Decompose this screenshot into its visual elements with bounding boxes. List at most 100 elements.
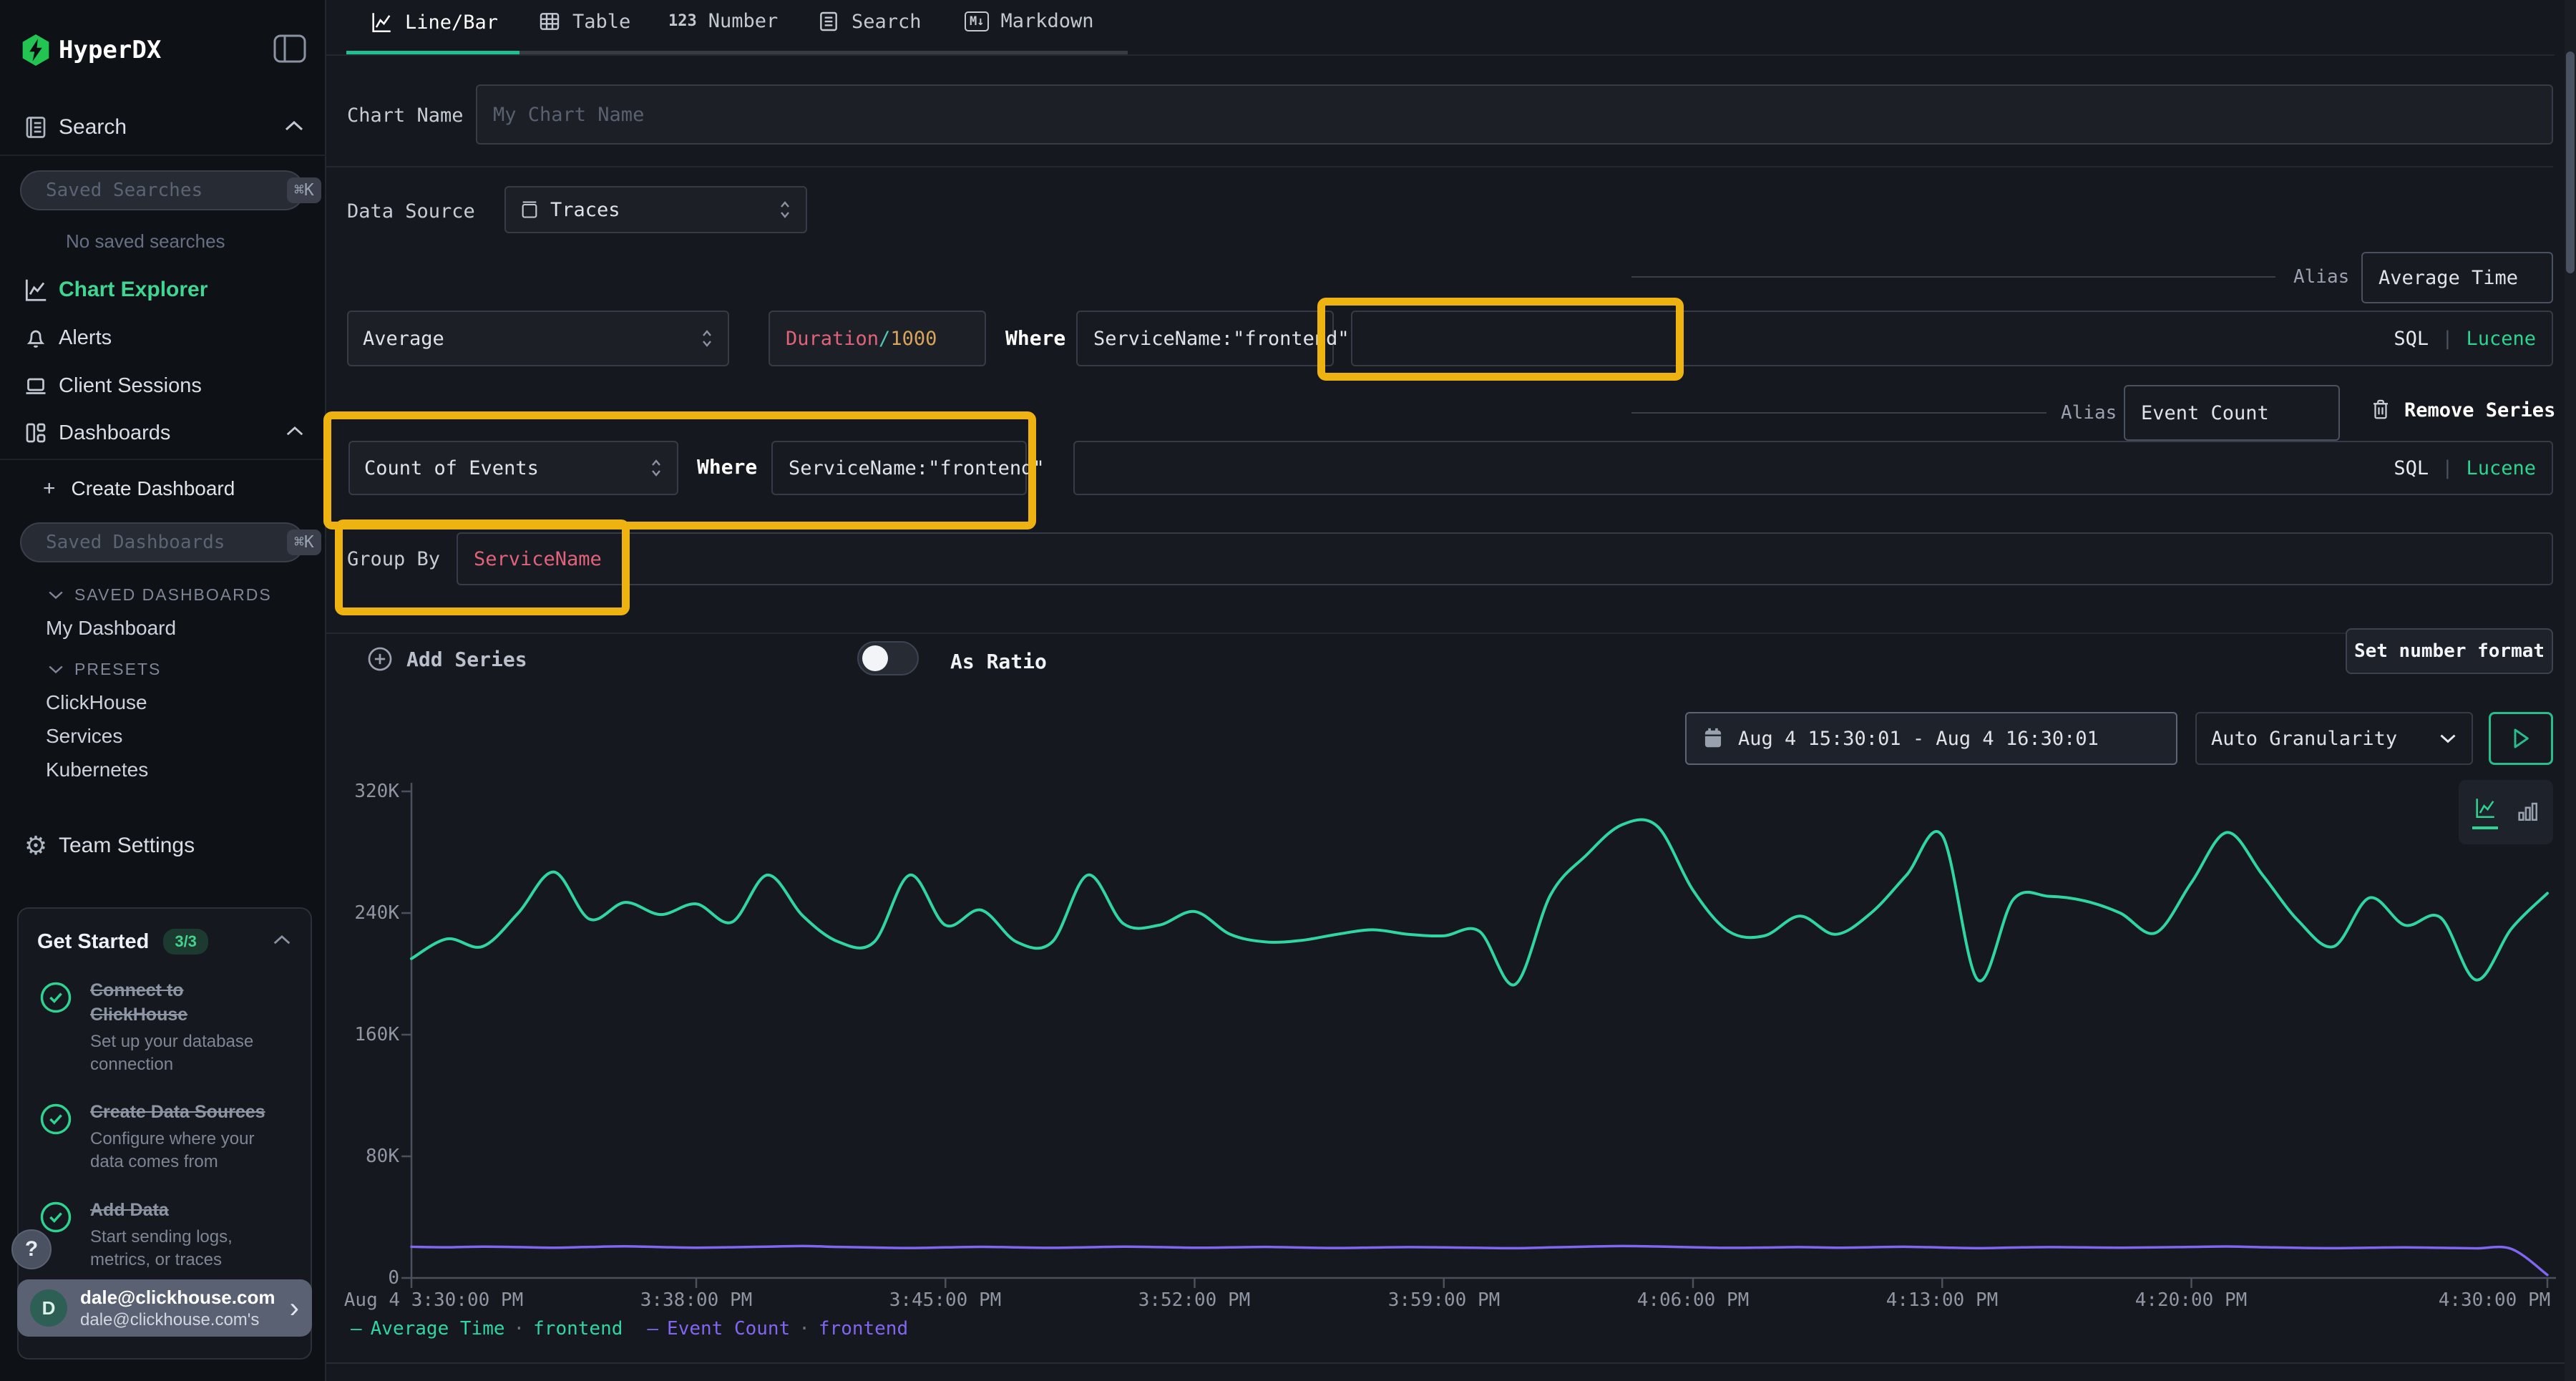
field-input-series1[interactable]: Duration/1000: [769, 311, 986, 366]
y-tick-label: 320K: [326, 781, 399, 802]
sql-toggle[interactable]: SQL: [2394, 457, 2429, 479]
x-tick-label: 4:30:00 PM: [2439, 1289, 2551, 1311]
sql-toggle[interactable]: SQL: [2394, 328, 2429, 350]
get-started-item-desc: Configure where your data comes from: [90, 1128, 285, 1174]
chart-legend: — Average Time · frontend — Event Count …: [351, 1318, 908, 1339]
granularity-select[interactable]: Auto Granularity: [2195, 712, 2473, 765]
hyperdx-logo-icon: [13, 33, 59, 67]
kbd-shortcut: ⌘K: [287, 177, 321, 203]
set-number-format-button[interactable]: Set number format: [2346, 628, 2553, 674]
data-source-select[interactable]: Traces: [504, 186, 807, 233]
x-tick-label: 4:20:00 PM: [2135, 1289, 2248, 1311]
chevron-right-icon: ›: [290, 1292, 299, 1324]
alias-input-series2[interactable]: Event Count: [2124, 385, 2340, 441]
chart-canvas: [326, 773, 2576, 1317]
sidebar-item-team-settings[interactable]: ⚙ Team Settings: [0, 827, 326, 864]
lucene-toggle[interactable]: Lucene: [2466, 457, 2536, 479]
saved-searches-input[interactable]: ⌘K: [20, 170, 305, 210]
divider: [326, 1362, 2576, 1364]
chevron-up-icon: [283, 119, 305, 136]
divider: [326, 54, 2555, 56]
help-label: ?: [25, 1237, 38, 1262]
sidebar-item-services[interactable]: Services: [46, 725, 122, 748]
y-tick-label: 240K: [326, 902, 399, 924]
aggregation-select-series2[interactable]: Count of Events: [348, 441, 678, 495]
saved-dashboards-input[interactable]: ⌘K: [20, 522, 305, 562]
get-started-item-desc: Set up your database connection: [90, 1030, 278, 1077]
alias-input-series1[interactable]: Average Time: [2361, 252, 2553, 303]
presets-section[interactable]: PRESETS: [47, 660, 161, 679]
remove-series-label: Remove Series: [2404, 399, 2555, 421]
tab-table[interactable]: Table: [538, 10, 630, 33]
check-circle-icon: [37, 1101, 74, 1138]
remove-series-button[interactable]: Remove Series: [2370, 398, 2555, 422]
y-tick-label: 160K: [326, 1024, 399, 1045]
scrollbar-thumb[interactable]: [2566, 52, 2575, 273]
presets-header: PRESETS: [74, 660, 161, 679]
laptop-icon: [13, 373, 59, 399]
where-label-series1: Where: [1005, 326, 1065, 350]
saved-searches-field[interactable]: [46, 180, 287, 201]
x-tick-label: 4:06:00 PM: [1637, 1289, 1750, 1311]
sidebar-item-kubernetes[interactable]: Kubernetes: [46, 758, 148, 781]
search-section-icon: [13, 114, 59, 140]
where-input-series1[interactable]: ServiceName:"frontend": [1076, 311, 1334, 366]
collapse-sidebar-icon[interactable]: [273, 34, 306, 67]
user-account-chip[interactable]: D dale@clickhouse.com dale@clickhouse.co…: [17, 1279, 312, 1337]
number-123-icon: 123: [668, 12, 697, 30]
tab-number[interactable]: 123 Number: [668, 10, 778, 32]
x-tick-label: 3:52:00 PM: [1138, 1289, 1251, 1311]
where-input-series2[interactable]: ServiceName:"frontend": [771, 441, 1027, 495]
main-content: Line/Bar Table 123 Number Search M↓ Mark…: [326, 0, 2576, 1381]
gear-icon: ⚙: [13, 831, 59, 861]
sidebar-item-alerts[interactable]: Alerts: [0, 319, 326, 356]
legend-item-average-time[interactable]: — Average Time · frontend: [351, 1318, 623, 1339]
user-email: dale@clickhouse.com: [80, 1287, 275, 1309]
alerts-label: Alerts: [59, 326, 112, 350]
chevron-down-icon: [2439, 732, 2457, 745]
query-editor-series1[interactable]: SQL | Lucene: [1351, 311, 2553, 366]
sidebar-item-clickhouse[interactable]: ClickHouse: [46, 691, 147, 714]
saved-dashboards-section[interactable]: SAVED DASHBOARDS: [47, 585, 272, 605]
get-started-item[interactable]: Add Data Start sending logs, metrics, or…: [37, 1199, 292, 1272]
tab-search[interactable]: Search: [817, 10, 922, 33]
toggle-knob: [862, 645, 888, 671]
get-started-item-title: Create Data Sources: [90, 1101, 285, 1125]
x-tick-label: 4:13:00 PM: [1886, 1289, 1999, 1311]
query-editor-series2[interactable]: SQL | Lucene: [1073, 441, 2553, 495]
plus-icon: +: [43, 477, 56, 501]
lucene-toggle[interactable]: Lucene: [2466, 328, 2536, 350]
play-icon: [2511, 727, 2531, 750]
markdown-icon: M↓: [965, 11, 989, 31]
sidebar-item-my-dashboard[interactable]: My Dashboard: [46, 617, 176, 640]
sidebar-item-dashboards[interactable]: Dashboards: [0, 414, 326, 452]
sidebar-item-client-sessions[interactable]: Client Sessions: [0, 367, 326, 404]
saved-dashboards-header: SAVED DASHBOARDS: [74, 585, 272, 605]
help-button[interactable]: ?: [11, 1229, 52, 1269]
run-query-button[interactable]: [2489, 712, 2553, 765]
kbd-shortcut: ⌘K: [287, 530, 321, 555]
tab-line-bar[interactable]: Line/Bar: [369, 10, 498, 34]
search-section-label: Search: [59, 115, 127, 140]
chart-name-input[interactable]: [476, 84, 2553, 145]
timeseries-chart[interactable]: 0 80K 160K 240K 320K Aug 4 3:30:00 PM 3:…: [326, 773, 2576, 1317]
saved-dashboards-field[interactable]: [46, 532, 287, 553]
date-range-picker[interactable]: Aug 4 15:30:01 - Aug 4 16:30:01: [1685, 712, 2177, 765]
legend-item-event-count[interactable]: — Event Count · frontend: [647, 1318, 908, 1339]
get-started-item[interactable]: Create Data Sources Configure where your…: [37, 1101, 292, 1174]
get-started-header[interactable]: Get Started 3/3: [37, 929, 292, 955]
table-icon: [538, 10, 561, 33]
search-section-header[interactable]: Search: [0, 109, 326, 146]
logo-row: HyperDX: [0, 31, 326, 69]
create-dashboard-button[interactable]: + Create Dashboard: [0, 472, 326, 506]
chevron-down-icon: [47, 590, 64, 600]
sidebar-item-chart-explorer[interactable]: Chart Explorer: [0, 271, 326, 308]
get-started-item[interactable]: Connect to ClickHouse Set up your databa…: [37, 979, 292, 1076]
group-by-input[interactable]: ServiceName: [457, 532, 2553, 585]
aggregation-select-series1[interactable]: Average: [347, 311, 729, 366]
select-chevrons-icon: [701, 328, 713, 349]
as-ratio-toggle[interactable]: [857, 641, 919, 675]
tab-markdown[interactable]: M↓ Markdown: [965, 10, 1094, 32]
add-series-button[interactable]: Add Series: [366, 645, 527, 673]
x-tick-label: 3:38:00 PM: [640, 1289, 753, 1311]
